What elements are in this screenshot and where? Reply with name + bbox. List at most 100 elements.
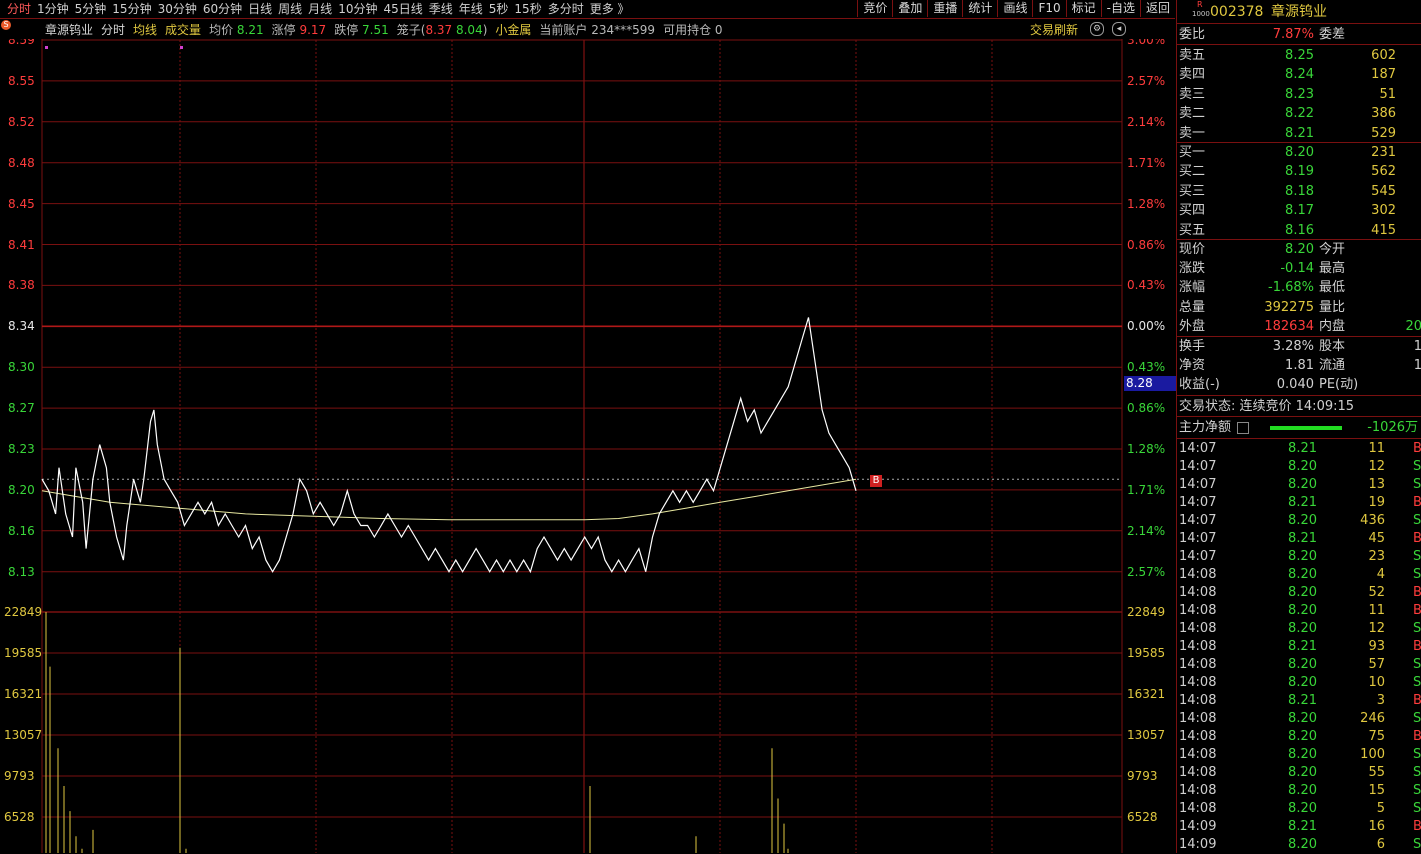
tick-direction: B bbox=[1413, 585, 1421, 600]
tick-row[interactable]: 14:08 8.20 12 S bbox=[1177, 620, 1421, 638]
bid-row[interactable]: 买五 8.16 415 bbox=[1177, 221, 1421, 240]
period-tab[interactable]: 5秒 bbox=[486, 0, 512, 18]
tick-row[interactable]: 14:08 8.21 93 B bbox=[1177, 638, 1421, 656]
period-tab[interactable]: 多分时 bbox=[545, 0, 587, 18]
avg-line-toggle[interactable]: 均线 bbox=[133, 21, 157, 37]
period-tab[interactable]: 10分钟 bbox=[335, 0, 380, 18]
limit-up-label: 涨停 bbox=[271, 23, 296, 37]
tick-direction: S bbox=[1413, 801, 1421, 816]
period-tab[interactable]: 更多 》 bbox=[587, 0, 633, 18]
tick-row[interactable]: 14:07 8.20 436 S bbox=[1177, 512, 1421, 530]
tick-row[interactable]: 14:09 8.21 16 B bbox=[1177, 818, 1421, 836]
period-tab[interactable]: 1分钟 bbox=[34, 0, 72, 18]
bid-row[interactable]: 买一 8.20 231 bbox=[1177, 143, 1421, 162]
tick-row[interactable]: 14:07 8.20 13 S bbox=[1177, 476, 1421, 494]
s-badge: S bbox=[1, 20, 11, 30]
tick-row[interactable]: 14:08 8.20 57 S bbox=[1177, 656, 1421, 674]
tick-row[interactable]: 14:08 8.20 4 S bbox=[1177, 566, 1421, 584]
tick-row[interactable]: 14:08 8.20 55 S bbox=[1177, 764, 1421, 782]
period-tab[interactable]: 30分钟 bbox=[155, 0, 200, 18]
period-tab[interactable]: 分时 bbox=[4, 0, 34, 18]
tick-time: 14:07 bbox=[1179, 441, 1217, 456]
ask-row[interactable]: 卖一 8.21 529 bbox=[1177, 124, 1421, 143]
bid-label: 买二 bbox=[1179, 164, 1206, 180]
tool-button[interactable]: F10 bbox=[1032, 0, 1065, 17]
tool-button[interactable]: 画线 bbox=[997, 0, 1032, 17]
tick-row[interactable]: 14:08 8.20 246 S bbox=[1177, 710, 1421, 728]
stat-row: 总量 392275 量比 bbox=[1177, 298, 1421, 317]
tick-volume: 10 bbox=[1368, 675, 1385, 690]
sector-label[interactable]: 小金属 bbox=[495, 21, 531, 37]
tick-volume: 45 bbox=[1368, 531, 1385, 546]
tool-button[interactable]: 标记 bbox=[1065, 0, 1101, 17]
stat-row: 净资 1.81 流通 1 bbox=[1177, 356, 1421, 375]
period-tab[interactable]: 5分钟 bbox=[72, 0, 110, 18]
stat-row: 涨幅 -1.68% 最低 bbox=[1177, 278, 1421, 297]
tick-row[interactable]: 14:09 8.20 6 S bbox=[1177, 836, 1421, 854]
tick-price: 8.20 bbox=[1288, 801, 1317, 816]
tick-row[interactable]: 14:07 8.21 11 B bbox=[1177, 440, 1421, 458]
stat-row: 换手 3.28% 股本 1 bbox=[1177, 337, 1421, 356]
divider bbox=[1177, 44, 1421, 45]
mode-label[interactable]: 分时 bbox=[101, 21, 125, 37]
ask-row[interactable]: 卖五 8.25 602 bbox=[1177, 46, 1421, 65]
tick-row[interactable]: 14:07 8.20 23 S bbox=[1177, 548, 1421, 566]
tool-button[interactable]: 竞价 bbox=[857, 0, 892, 17]
tick-volume: 93 bbox=[1368, 639, 1385, 654]
period-tab[interactable]: 日线 bbox=[245, 0, 275, 18]
tool-button[interactable]: 重播 bbox=[927, 0, 962, 17]
tick-volume: 246 bbox=[1360, 711, 1385, 726]
period-tab[interactable]: 年线 bbox=[456, 0, 486, 18]
tick-volume: 11 bbox=[1368, 603, 1385, 618]
period-tab[interactable]: 45日线 bbox=[380, 0, 425, 18]
tick-time: 14:08 bbox=[1179, 783, 1217, 798]
period-tab[interactable]: 周线 bbox=[275, 0, 305, 18]
stock-code[interactable]: 002378 bbox=[1210, 1, 1263, 23]
tick-row[interactable]: 14:08 8.20 5 S bbox=[1177, 800, 1421, 818]
trade-refresh-button[interactable]: 交易刷新 bbox=[1030, 21, 1078, 38]
period-tab[interactable]: 月线 bbox=[305, 0, 335, 18]
collapse-icon[interactable]: ◂ bbox=[1112, 22, 1126, 36]
stock-name-panel[interactable]: 章源钨业 bbox=[1271, 1, 1327, 23]
percent-tick-label: 1.71% bbox=[1127, 482, 1166, 497]
bid-row[interactable]: 买二 8.19 562 bbox=[1177, 162, 1421, 181]
period-tab[interactable]: 15分钟 bbox=[109, 0, 154, 18]
ask-row[interactable]: 卖二 8.22 386 bbox=[1177, 104, 1421, 123]
bid-row[interactable]: 买三 8.18 545 bbox=[1177, 182, 1421, 201]
bid-row[interactable]: 买四 8.17 302 bbox=[1177, 201, 1421, 220]
buy-marker[interactable]: B bbox=[870, 475, 882, 487]
settings-icon[interactable]: ⚙ bbox=[1090, 22, 1104, 36]
tick-direction: B bbox=[1413, 495, 1421, 510]
period-tab[interactable]: 15秒 bbox=[511, 0, 544, 18]
period-tab[interactable]: 60分钟 bbox=[200, 0, 245, 18]
volume-tick-label-right: 13057 bbox=[1127, 728, 1166, 742]
list-icon[interactable] bbox=[1237, 422, 1249, 434]
stat-value: 1.81 bbox=[1285, 358, 1314, 373]
tick-volume: 23 bbox=[1368, 549, 1385, 564]
tick-row[interactable]: 14:08 8.20 10 S bbox=[1177, 674, 1421, 692]
tick-row[interactable]: 14:08 8.20 100 S bbox=[1177, 746, 1421, 764]
stat-value: 392275 bbox=[1264, 299, 1314, 315]
volume-toggle[interactable]: 成交量 bbox=[165, 21, 201, 37]
tick-row[interactable]: 14:07 8.21 45 B bbox=[1177, 530, 1421, 548]
tool-button[interactable]: 统计 bbox=[962, 0, 997, 17]
tick-row[interactable]: 14:08 8.20 52 B bbox=[1177, 584, 1421, 602]
tick-row[interactable]: 14:08 8.20 15 S bbox=[1177, 782, 1421, 800]
intraday-chart[interactable] bbox=[0, 0, 1175, 853]
tick-row[interactable]: 14:07 8.20 12 S bbox=[1177, 458, 1421, 476]
ask-row[interactable]: 卖三 8.23 51 bbox=[1177, 85, 1421, 104]
tick-row[interactable]: 14:08 8.20 11 B bbox=[1177, 602, 1421, 620]
tick-row[interactable]: 14:08 8.20 75 B bbox=[1177, 728, 1421, 746]
tick-direction: S bbox=[1413, 477, 1421, 492]
tick-row[interactable]: 14:08 8.21 3 B bbox=[1177, 692, 1421, 710]
tool-button[interactable]: -自选 bbox=[1100, 0, 1140, 17]
tool-button[interactable]: 返回 bbox=[1139, 0, 1175, 17]
tick-time: 14:08 bbox=[1179, 693, 1217, 708]
period-tab[interactable]: 季线 bbox=[426, 0, 456, 18]
ask-price: 8.23 bbox=[1285, 86, 1314, 102]
ask-row[interactable]: 卖四 8.24 187 bbox=[1177, 65, 1421, 84]
tick-row[interactable]: 14:07 8.21 19 B bbox=[1177, 494, 1421, 512]
stat-value: 182634 bbox=[1264, 318, 1314, 334]
tool-button[interactable]: 叠加 bbox=[892, 0, 927, 17]
period-toolbar: 分时 1分钟 5分钟 15分钟 30分钟 60分钟 日线 周线 月线 10分钟 45日线 季线 年线 5秒… bbox=[0, 0, 1175, 19]
